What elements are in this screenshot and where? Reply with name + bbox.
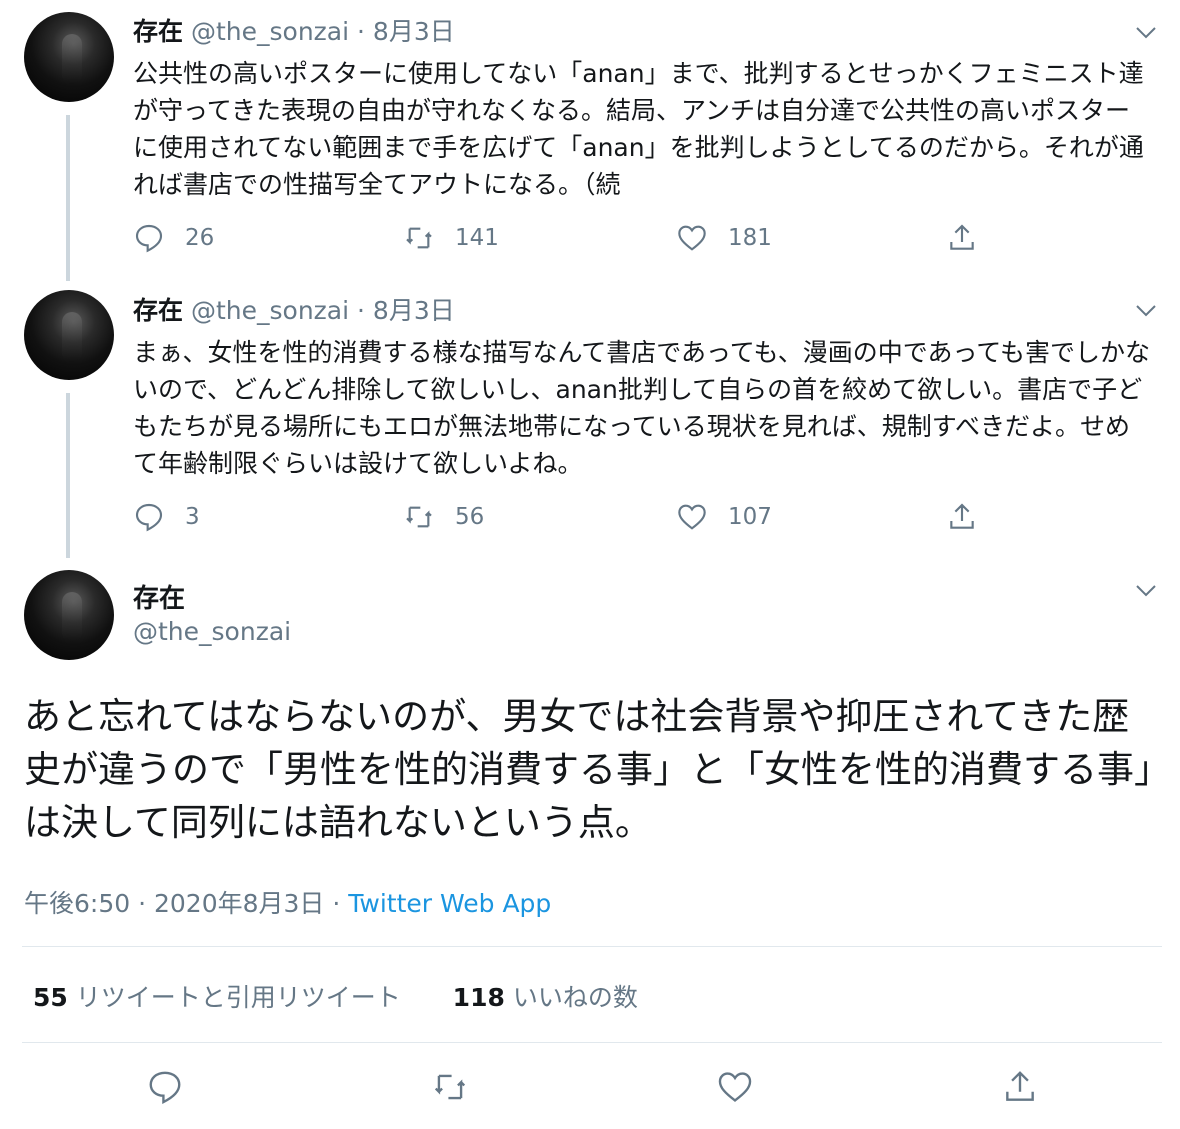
tweet-actions: 26 141 181 bbox=[133, 220, 1033, 256]
reply-button[interactable]: 3 bbox=[133, 499, 200, 535]
retweet-icon bbox=[406, 227, 432, 249]
like-button[interactable]: 181 bbox=[676, 220, 772, 256]
author-handle[interactable]: @the_sonzai bbox=[133, 617, 291, 646]
tweet-stats: 55 リツイートと引用リツイート 118 いいねの数 bbox=[33, 978, 638, 1014]
author-name[interactable]: 存在 bbox=[133, 578, 185, 615]
like-icon bbox=[678, 504, 706, 530]
author-name[interactable]: 存在 bbox=[133, 17, 183, 46]
chevron-down-icon[interactable] bbox=[1134, 20, 1158, 44]
retweets-link[interactable]: 55 リツイートと引用リツイート bbox=[33, 983, 401, 1012]
divider bbox=[22, 1042, 1162, 1043]
share-icon bbox=[950, 503, 974, 529]
share-button[interactable] bbox=[946, 499, 998, 535]
avatar[interactable] bbox=[24, 570, 114, 660]
like-icon[interactable] bbox=[716, 1068, 754, 1106]
retweet-icon bbox=[406, 506, 432, 528]
retweet-count: 56 bbox=[455, 504, 485, 530]
author-handle[interactable]: @the_sonzai bbox=[191, 17, 349, 46]
tweet-date[interactable]: 8月3日 bbox=[373, 296, 455, 325]
chevron-down-icon[interactable] bbox=[1134, 298, 1158, 322]
retweet-label: リツイートと引用リツイート bbox=[75, 983, 401, 1012]
reply-icon bbox=[135, 224, 163, 253]
author-handle[interactable]: @the_sonzai bbox=[191, 296, 349, 325]
share-button[interactable] bbox=[946, 220, 998, 256]
divider bbox=[22, 946, 1162, 947]
retweet-button[interactable]: 141 bbox=[403, 220, 499, 256]
share-icon[interactable] bbox=[1001, 1068, 1039, 1106]
tweet-meta: 午後6:50 · 2020年8月3日 · Twitter Web App bbox=[24, 884, 551, 920]
likes-link[interactable]: 118 いいねの数 bbox=[453, 983, 638, 1012]
like-count: 107 bbox=[728, 504, 772, 530]
reply-count: 3 bbox=[185, 504, 200, 530]
tweet-date[interactable]: 8月3日 bbox=[373, 17, 455, 46]
like-icon bbox=[678, 225, 706, 251]
retweet-button[interactable]: 56 bbox=[403, 499, 484, 535]
main-tweet-actions bbox=[0, 1068, 1180, 1110]
thread-line bbox=[66, 115, 70, 281]
tweet-header: 存在 @the_sonzai · 8月3日 bbox=[133, 295, 455, 327]
like-count: 181 bbox=[728, 225, 772, 251]
chevron-down-icon[interactable] bbox=[1134, 578, 1158, 602]
tweet-text: 公共性の高いポスターに使用してない「anan」まで、批判するとせっかくフェミニス… bbox=[133, 59, 1144, 199]
like-label: いいねの数 bbox=[512, 983, 638, 1012]
like-total: 118 bbox=[452, 983, 505, 1012]
tweet-text: まぁ、女性を性的消費する様な描写なんて書店であっても、漫画の中であっても害でしか… bbox=[133, 338, 1151, 478]
reply-icon bbox=[135, 503, 163, 532]
separator: · bbox=[357, 296, 365, 325]
tweet-source[interactable]: Twitter Web App bbox=[348, 889, 551, 918]
like-button[interactable]: 107 bbox=[676, 499, 772, 535]
thread-line bbox=[66, 393, 70, 558]
reply-icon[interactable] bbox=[146, 1068, 184, 1106]
tweet-header: 存在 @the_sonzai · 8月3日 bbox=[133, 16, 455, 48]
separator: · bbox=[357, 17, 365, 46]
retweet-count: 141 bbox=[455, 225, 499, 251]
reply-count: 26 bbox=[185, 225, 215, 251]
share-icon bbox=[950, 224, 974, 250]
retweet-total: 55 bbox=[33, 983, 68, 1012]
retweet-icon[interactable] bbox=[431, 1068, 469, 1106]
tweet-timestamp[interactable]: 午後6:50 · 2020年8月3日 · bbox=[24, 889, 348, 918]
avatar[interactable] bbox=[24, 290, 114, 380]
avatar[interactable] bbox=[24, 12, 114, 102]
main-tweet-text: あと忘れてはならないのが、男女では社会背景や抑圧されてきた歴史が違うので「男性を… bbox=[24, 695, 1153, 844]
tweet-actions: 3 56 107 bbox=[133, 499, 1033, 535]
author-name[interactable]: 存在 bbox=[133, 296, 183, 325]
reply-button[interactable]: 26 bbox=[133, 220, 214, 256]
